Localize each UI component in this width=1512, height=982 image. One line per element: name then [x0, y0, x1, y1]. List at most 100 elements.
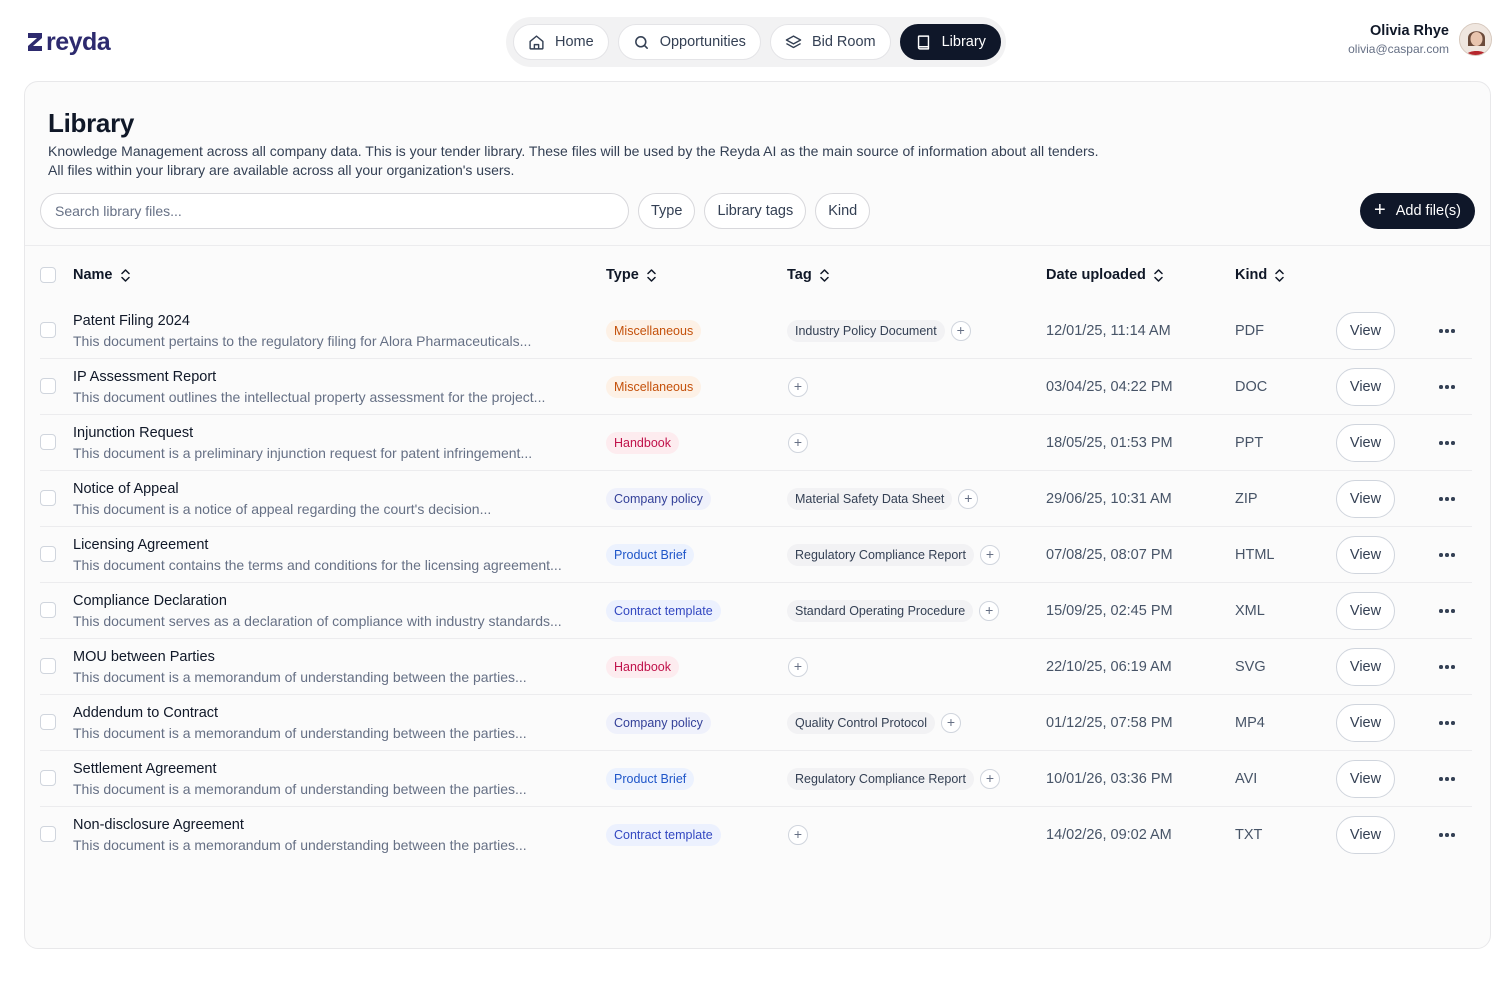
file-kind: PPT	[1235, 435, 1264, 451]
search-input[interactable]	[40, 193, 629, 229]
table-row[interactable]: IP Assessment Report This document outli…	[25, 359, 1490, 415]
tag-cell: Regulatory Compliance Report +	[787, 768, 1000, 790]
more-options-icon[interactable]	[1435, 433, 1459, 453]
row-checkbox[interactable]	[40, 770, 56, 786]
file-title[interactable]: Addendum to Contract	[73, 703, 527, 723]
tag-chip[interactable]: Industry Policy Document	[787, 320, 945, 342]
add-tag-button[interactable]: +	[941, 713, 962, 733]
view-button[interactable]: View	[1336, 536, 1395, 574]
file-title[interactable]: MOU between Parties	[73, 647, 527, 667]
file-description: This document outlines the intellectual …	[73, 389, 546, 405]
row-checkbox[interactable]	[40, 714, 56, 730]
tag-chip[interactable]: Quality Control Protocol	[787, 712, 936, 734]
brand-logo[interactable]: reyda	[28, 28, 111, 56]
tag-chip[interactable]: Regulatory Compliance Report	[787, 768, 974, 790]
nav-home[interactable]: Home	[513, 24, 609, 60]
col-tag-header[interactable]: Tag	[787, 247, 829, 303]
add-tag-button[interactable]: +	[979, 769, 1000, 789]
table-row[interactable]: Notice of Appeal This document is a noti…	[25, 471, 1490, 527]
select-all-checkbox[interactable]	[40, 267, 56, 283]
view-button[interactable]: View	[1336, 312, 1395, 350]
file-title[interactable]: Compliance Declaration	[73, 591, 562, 611]
type-badge: Handbook	[606, 432, 679, 454]
row-checkbox[interactable]	[40, 322, 56, 338]
file-title[interactable]: Licensing Agreement	[73, 535, 562, 555]
view-button[interactable]: View	[1336, 648, 1395, 686]
file-description: This document is a notice of appeal rega…	[73, 501, 492, 517]
row-checkbox[interactable]	[40, 378, 56, 394]
file-kind: SVG	[1235, 659, 1266, 675]
view-button[interactable]: View	[1336, 760, 1395, 798]
view-button[interactable]: View	[1336, 424, 1395, 462]
more-options-icon[interactable]	[1435, 601, 1459, 621]
nav-bid-room[interactable]: Bid Room	[769, 24, 891, 60]
tag-chip[interactable]: Regulatory Compliance Report	[787, 544, 974, 566]
view-button[interactable]: View	[1336, 816, 1395, 854]
table-row[interactable]: MOU between Parties This document is a m…	[25, 639, 1490, 695]
row-checkbox[interactable]	[40, 434, 56, 450]
file-name-cell: Notice of Appeal This document is a noti…	[73, 479, 491, 519]
view-button[interactable]: View	[1336, 480, 1395, 518]
row-checkbox[interactable]	[40, 546, 56, 562]
file-description: This document is a memorandum of underst…	[73, 837, 527, 853]
add-files-button[interactable]: + Add file(s)	[1360, 193, 1475, 229]
tag-chip[interactable]: Material Safety Data Sheet	[787, 488, 953, 510]
more-options-icon[interactable]	[1435, 545, 1459, 565]
nav-opportunities[interactable]: Opportunities	[617, 24, 761, 60]
view-button[interactable]: View	[1336, 368, 1395, 406]
file-title[interactable]: IP Assessment Report	[73, 367, 545, 387]
row-checkbox[interactable]	[40, 490, 56, 506]
col-kind-label: Kind	[1235, 267, 1268, 283]
row-checkbox[interactable]	[40, 826, 56, 842]
nav-library[interactable]: Library	[899, 24, 1001, 60]
add-tag-button[interactable]: +	[788, 657, 808, 677]
table-row[interactable]: Settlement Agreement This document is a …	[25, 751, 1490, 807]
more-options-icon[interactable]	[1435, 489, 1459, 509]
file-kind: AVI	[1235, 771, 1258, 787]
user-menu[interactable]: Olivia Rhye olivia@caspar.com	[1348, 22, 1492, 57]
col-name-header[interactable]: Name	[73, 247, 130, 303]
table-row[interactable]: Compliance Declaration This document ser…	[25, 583, 1490, 639]
table-row[interactable]: Non-disclosure Agreement This document i…	[25, 807, 1490, 863]
avatar[interactable]	[1459, 23, 1492, 56]
file-title[interactable]: Injunction Request	[73, 423, 532, 443]
view-button[interactable]: View	[1336, 704, 1395, 742]
more-options-icon[interactable]	[1435, 377, 1459, 397]
table-row[interactable]: Patent Filing 2024 This document pertain…	[25, 303, 1490, 359]
type-badge: Product Brief	[606, 768, 695, 790]
add-tag-button[interactable]: +	[788, 825, 808, 845]
col-type-header[interactable]: Type	[606, 247, 656, 303]
filter-type[interactable]: Type	[638, 193, 696, 229]
add-tag-button[interactable]: +	[958, 489, 979, 509]
row-checkbox[interactable]	[40, 658, 56, 674]
view-button[interactable]: View	[1336, 592, 1395, 630]
file-title[interactable]: Settlement Agreement	[73, 759, 527, 779]
more-options-icon[interactable]	[1435, 769, 1459, 789]
sort-icon	[1154, 268, 1163, 282]
file-name-cell: Patent Filing 2024 This document pertain…	[73, 311, 531, 351]
file-title[interactable]: Patent Filing 2024	[73, 311, 531, 331]
col-date-header[interactable]: Date uploaded	[1046, 247, 1163, 303]
more-options-icon[interactable]	[1435, 321, 1459, 341]
sort-icon	[120, 268, 130, 282]
file-kind: ZIP	[1235, 491, 1258, 507]
file-kind: DOC	[1235, 379, 1268, 395]
more-options-icon[interactable]	[1435, 713, 1459, 733]
more-options-icon[interactable]	[1435, 825, 1459, 845]
filter-kind[interactable]: Kind	[815, 193, 871, 229]
add-tag-button[interactable]: +	[788, 433, 808, 453]
add-tag-button[interactable]: +	[979, 545, 1000, 565]
row-checkbox[interactable]	[40, 602, 56, 618]
file-title[interactable]: Notice of Appeal	[73, 479, 491, 499]
table-row[interactable]: Injunction Request This document is a pr…	[25, 415, 1490, 471]
file-title[interactable]: Non-disclosure Agreement	[73, 815, 527, 835]
col-kind-header[interactable]: Kind	[1235, 247, 1284, 303]
filter-library-tags[interactable]: Library tags	[704, 193, 807, 229]
more-options-icon[interactable]	[1435, 657, 1459, 677]
add-tag-button[interactable]: +	[950, 321, 971, 341]
table-row[interactable]: Addendum to Contract This document is a …	[25, 695, 1490, 751]
tag-chip[interactable]: Standard Operating Procedure	[787, 600, 974, 622]
add-tag-button[interactable]: +	[979, 601, 1000, 621]
add-tag-button[interactable]: +	[788, 377, 808, 397]
table-row[interactable]: Licensing Agreement This document contai…	[25, 527, 1490, 583]
